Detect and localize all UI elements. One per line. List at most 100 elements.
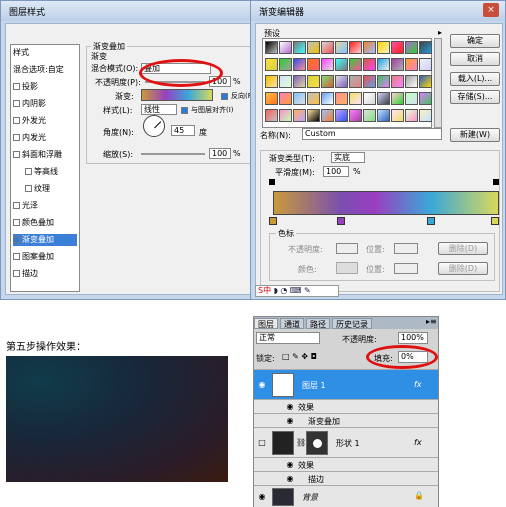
gradient-preset-swatch[interactable] <box>363 41 376 54</box>
name-input[interactable]: Custom <box>302 128 442 140</box>
gradient-preset-swatch[interactable] <box>321 75 334 88</box>
eye-icon[interactable]: ◉ <box>256 379 268 391</box>
stop-location2-input[interactable] <box>394 263 418 274</box>
gradient-preset-swatch[interactable] <box>363 58 376 71</box>
gradient-preset-swatch[interactable] <box>377 109 390 122</box>
style-list-item[interactable]: 斜面和浮雕 <box>13 149 77 161</box>
panel-menu-icon[interactable]: ▸≡ <box>426 317 437 326</box>
gradient-preset-swatch[interactable] <box>335 75 348 88</box>
gradient-preset-swatch[interactable] <box>293 58 306 71</box>
style-list-item[interactable]: 样式 <box>13 47 77 59</box>
style-checkbox[interactable] <box>13 253 20 260</box>
gradient-preset-swatch[interactable] <box>265 75 278 88</box>
scale-slider[interactable] <box>141 153 205 155</box>
gradient-preset-swatch[interactable] <box>349 41 362 54</box>
gradient-preset-swatch[interactable] <box>335 58 348 71</box>
opacity-stop[interactable] <box>269 179 275 185</box>
tab-paths[interactable]: 路径 <box>306 318 330 329</box>
style-checkbox[interactable] <box>13 270 20 277</box>
opacity-input[interactable]: 100% <box>398 332 428 344</box>
tab-channels[interactable]: 通道 <box>280 318 304 329</box>
type-select[interactable]: 实底 <box>331 152 365 163</box>
blend-mode-select[interactable]: 正常 <box>256 332 320 344</box>
style-list-item[interactable]: 等高线 <box>13 166 77 178</box>
style-list-item[interactable]: 颜色叠加 <box>13 217 77 229</box>
style-list-item[interactable]: 纹理 <box>13 183 77 195</box>
style-list-item[interactable]: 渐变叠加 <box>13 234 77 246</box>
gradient-preset-swatch[interactable] <box>377 75 390 88</box>
gradient-preset-swatch[interactable] <box>377 92 390 105</box>
style-checkbox[interactable] <box>13 134 20 141</box>
gradient-preset-swatch[interactable] <box>307 41 320 54</box>
gradient-preset-swatch[interactable] <box>349 92 362 105</box>
effect-row-gradient[interactable]: ◉ 渐变叠加 <box>254 413 438 427</box>
gradient-preset-swatch[interactable] <box>265 41 278 54</box>
style-checkbox[interactable] <box>25 168 32 175</box>
style-checkbox[interactable] <box>13 219 20 226</box>
close-icon[interactable]: × <box>483 3 499 17</box>
ime-toolbar[interactable]: S中 ◗ ◔ ⌨ ✎ <box>255 285 339 297</box>
style-checkbox[interactable] <box>25 185 32 192</box>
delete-opacity-stop-button[interactable]: 删除(D) <box>438 242 488 255</box>
gradient-preset-swatch[interactable] <box>349 109 362 122</box>
gradient-preset-swatch[interactable] <box>391 58 404 71</box>
gradient-preset-swatch[interactable] <box>279 92 292 105</box>
gradient-preset-swatch[interactable] <box>405 41 418 54</box>
save-button[interactable]: 存储(S)... <box>450 90 500 104</box>
gradient-preset-swatch[interactable] <box>293 109 306 122</box>
gradient-preset-swatch[interactable] <box>391 75 404 88</box>
color-stop[interactable] <box>491 217 499 225</box>
gradient-preset-swatch[interactable] <box>321 92 334 105</box>
style-list-item[interactable]: 内发光 <box>13 132 77 144</box>
lock-icons[interactable]: □ ✎ ✥ ◘ <box>282 352 317 361</box>
style-checkbox[interactable] <box>13 151 20 158</box>
gradient-preset-swatch[interactable] <box>419 109 432 122</box>
cancel-button[interactable]: 取消 <box>450 52 500 66</box>
load-button[interactable]: 载入(L)... <box>450 72 500 86</box>
eye-icon[interactable]: ◉ <box>256 491 268 503</box>
gradient-preset-swatch[interactable] <box>405 75 418 88</box>
style-list-item[interactable]: 图案叠加 <box>13 251 77 263</box>
gradient-preset-swatch[interactable] <box>279 75 292 88</box>
gradient-preset-swatch[interactable] <box>335 41 348 54</box>
tab-history[interactable]: 历史记录 <box>332 318 372 329</box>
stop-color-swatch[interactable] <box>336 262 358 274</box>
eye-icon[interactable]: ◉ <box>284 459 296 471</box>
gradient-preset-swatch[interactable] <box>265 109 278 122</box>
gradient-bar[interactable] <box>273 191 499 215</box>
scale-input[interactable]: 100 <box>209 148 231 159</box>
gradient-preset-swatch[interactable] <box>307 92 320 105</box>
color-stop[interactable] <box>427 217 435 225</box>
layer-row-background[interactable]: ◉ 背景 🔒 <box>254 485 438 507</box>
gradient-preset-swatch[interactable] <box>363 109 376 122</box>
style-checkbox[interactable] <box>13 202 20 209</box>
presets-scrollbar[interactable] <box>434 38 442 128</box>
smooth-input[interactable]: 100 <box>323 166 349 177</box>
style-list-item[interactable]: 外发光 <box>13 115 77 127</box>
stop-location-input[interactable] <box>394 243 418 254</box>
angle-input[interactable]: 45 <box>171 125 195 136</box>
style-checkbox[interactable] <box>13 236 20 243</box>
gradient-preset-swatch[interactable] <box>293 41 306 54</box>
new-button[interactable]: 新建(W) <box>450 128 500 142</box>
gradient-preset-swatch[interactable] <box>321 58 334 71</box>
eye-icon[interactable]: ◉ <box>284 415 296 427</box>
gradient-preset-swatch[interactable] <box>279 109 292 122</box>
eye-icon[interactable]: ◉ <box>284 473 296 485</box>
style-checkbox[interactable] <box>13 117 20 124</box>
align-checkbox[interactable] <box>181 107 188 114</box>
gradient-preset-swatch[interactable] <box>265 92 278 105</box>
eye-icon[interactable]: □ <box>256 437 268 449</box>
opacity-stop[interactable] <box>493 179 499 185</box>
gradient-preset-swatch[interactable] <box>293 92 306 105</box>
gradient-preset-swatch[interactable] <box>279 41 292 54</box>
gradient-preset-swatch[interactable] <box>363 75 376 88</box>
eye-icon[interactable]: ◉ <box>284 401 296 413</box>
color-stop[interactable] <box>269 217 277 225</box>
gradient-preset-swatch[interactable] <box>279 58 292 71</box>
delete-color-stop-button[interactable]: 删除(D) <box>438 262 488 275</box>
style-select[interactable]: 线性 <box>141 104 177 115</box>
gradient-preset-swatch[interactable] <box>405 109 418 122</box>
style-list-item[interactable]: 混合选项:自定 <box>13 64 77 76</box>
gradient-preset-swatch[interactable] <box>293 75 306 88</box>
